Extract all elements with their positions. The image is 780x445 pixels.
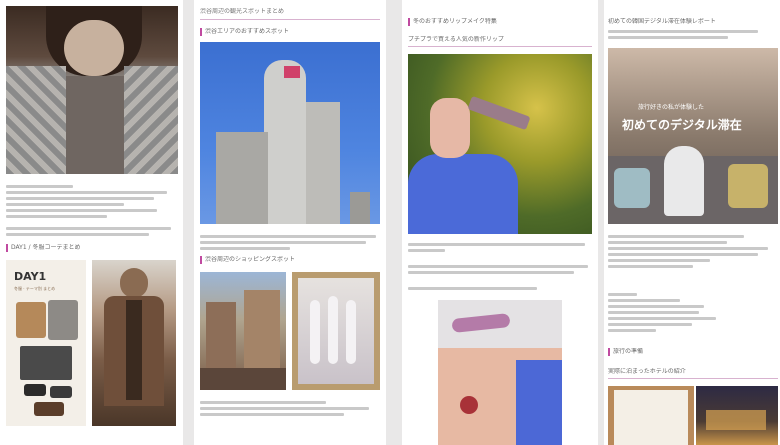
photo-lipstick-hand <box>408 54 592 234</box>
article-title: 初めての韓国デジタル滞在体験レポート <box>608 18 716 25</box>
collage-subtitle: 冬服 · テーマ別 まとめ <box>14 286 56 291</box>
banner-title: 初めてのデジタル滞在 <box>622 118 742 132</box>
photo-shibuya-building <box>200 42 380 224</box>
collage-title: DAY1 <box>14 270 47 283</box>
photo-street-shops <box>200 272 286 390</box>
section-heading-2: 渋谷周辺のショッピングスポット <box>200 256 385 264</box>
photo-lip-swatch <box>438 300 562 445</box>
photo-brown-coat <box>92 260 176 426</box>
photo-hotel-night <box>696 386 778 445</box>
section-heading-2: 実際に泊まったホテルの紹介 <box>608 368 686 375</box>
article-column-4: 初めての韓国デジタル滞在体験レポート 旅行好きの私が体験した 初めてのデジタル滞… <box>604 0 780 445</box>
photo-outfit-collage: DAY1 冬服 · テーマ別 まとめ <box>6 260 86 426</box>
section-heading-1: 旅行の準備 <box>608 348 780 356</box>
photo-travel-banner: 旅行好きの私が体験した 初めてのデジタル滞在 <box>608 48 778 224</box>
article-title: 冬のおすすめリップメイク特集 <box>408 18 597 26</box>
photo-display-poster <box>292 272 380 390</box>
photo-coat-outfit <box>6 6 178 174</box>
section-heading-1: 渋谷エリアのおすすめスポット <box>200 28 385 36</box>
article-column-1: DAY1 / 冬服コーデまとめ DAY1 冬服 · テーマ別 まとめ <box>0 0 183 445</box>
article-title: 渋谷周辺の観光スポットまとめ <box>200 8 285 15</box>
photo-hotel-notice <box>608 386 694 445</box>
article-column-2: 渋谷周辺の観光スポットまとめ 渋谷エリアのおすすめスポット 渋谷周辺のショッピン… <box>194 0 386 445</box>
section-heading-1: プチプラで買える人気の新作リップ <box>408 36 504 43</box>
banner-subtitle: 旅行好きの私が体験した <box>638 104 705 111</box>
section-heading: DAY1 / 冬服コーデまとめ <box>6 244 179 252</box>
article-column-3: 冬のおすすめリップメイク特集 プチプラで買える人気の新作リップ <box>402 0 598 445</box>
